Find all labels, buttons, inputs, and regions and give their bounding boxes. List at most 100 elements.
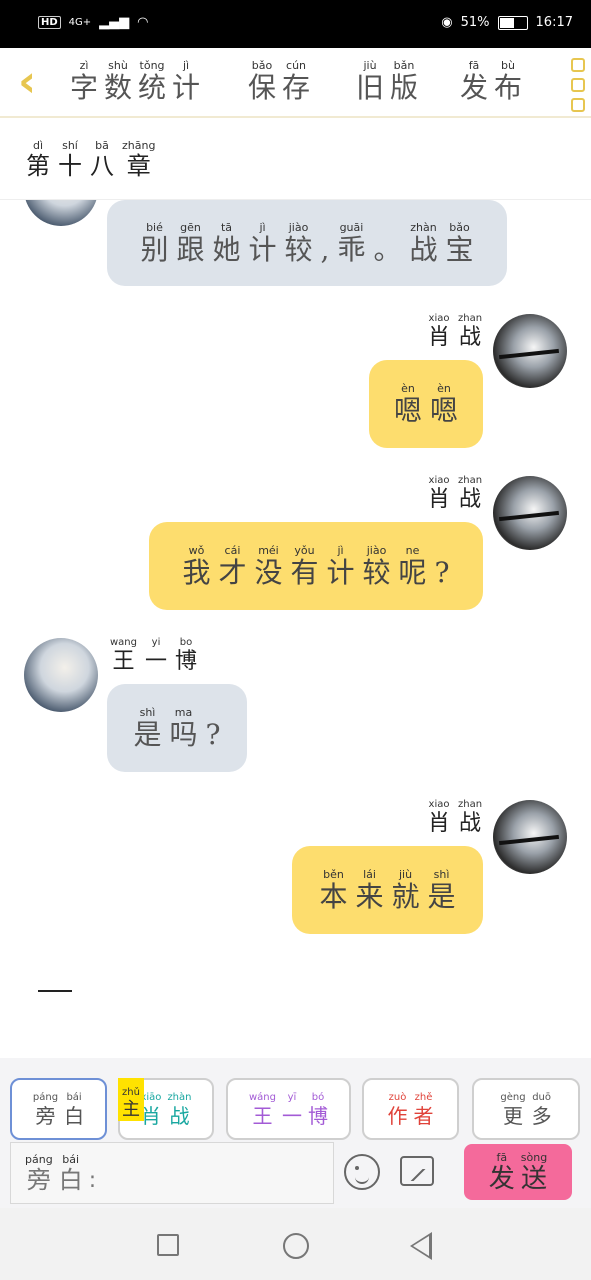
pinyin: gēn (180, 221, 201, 234)
hanzi: 统 (138, 71, 167, 104)
message-bubble[interactable]: wǒ 我 cái 才 méi 没 yǒu 有 jì 计 jiào 较 ne 呢 ? (149, 522, 483, 610)
pinyin: zhan (458, 475, 483, 486)
ruby-char: cái 才 (218, 545, 246, 587)
role-tab-narration[interactable]: páng 旁 bái 白 (10, 1078, 107, 1140)
more-icon[interactable] (571, 58, 585, 112)
message-bubble[interactable]: běn 本 lái 来 jiù 就 shì 是 (292, 846, 483, 934)
ruby-char: guāi 乖 (337, 222, 365, 264)
ruby-char: xiao 肖 (428, 800, 450, 835)
avatar[interactable] (493, 476, 567, 550)
back-icon[interactable] (410, 1232, 432, 1260)
chapter-title: dì 第 shí 十 bā 八 zhāng 章 (0, 118, 591, 200)
pinyin (323, 222, 327, 233)
hanzi: 保 (248, 71, 277, 104)
role-tab-xiao-zhan[interactable]: zhǔ 主 xiāo 肖 zhàn 战 (118, 1078, 214, 1140)
hanzi: 战 (459, 487, 482, 512)
pinyin: zì (79, 59, 89, 72)
hanzi: 旁 (26, 1166, 51, 1194)
pinyin: páng (32, 1091, 59, 1103)
ruby-char: èn 嗯 (394, 383, 422, 425)
recent-apps-icon[interactable] (157, 1234, 179, 1256)
ruby-char: wáng 王 (249, 1092, 276, 1128)
send-button[interactable]: fā 发 sòng 送 (464, 1144, 572, 1200)
hanzi: 来 (355, 880, 384, 913)
wifi-icon: ◠ (137, 15, 149, 30)
pinyin: méi (258, 544, 279, 557)
publish-button[interactable]: fā 发 bù 布 (460, 60, 522, 102)
ruby-char: wang 王 (110, 638, 137, 673)
hanzi: 王 (252, 1103, 273, 1128)
screen: HD 4G+ ▂▄▆ ◠ ◉ 51% 16:17 ‹ zì 字 shù 数 tǒng 统 j… (0, 0, 591, 1280)
ruby-char: zhan 战 (458, 476, 482, 511)
role-tab-wang-yibo[interactable]: wáng 王 yī 一 bó 博 (226, 1078, 351, 1140)
ruby-char: jiào 较 (363, 545, 391, 587)
ruby-char: zhan 战 (458, 800, 482, 835)
home-icon[interactable] (283, 1233, 309, 1259)
message-input[interactable]: páng 旁 bái 白 : (10, 1142, 334, 1204)
pinyin: bǎo (251, 59, 273, 72)
ruby-char: zhǔ 主 (122, 1088, 140, 1119)
pinyin: dì (32, 139, 44, 152)
pinyin: jì (259, 221, 266, 234)
hanzi: 我 (182, 556, 211, 589)
ruby-char: jì 计 (249, 222, 277, 264)
pinyin: cái (224, 544, 241, 557)
hanzi: 有 (290, 556, 319, 589)
signal-icon: ▂▄▆ (99, 15, 130, 30)
hanzi: 宝 (445, 233, 474, 266)
image-icon[interactable] (400, 1156, 434, 1186)
ruby-char: zhàn 战 (409, 222, 437, 264)
divider (38, 990, 72, 992)
pinyin: xiao (428, 313, 450, 324)
avatar[interactable] (24, 200, 98, 226)
pinyin: xiao (428, 799, 450, 810)
ruby-char: zhě 者 (414, 1091, 434, 1126)
avatar[interactable] (493, 800, 567, 874)
message-bubble[interactable]: shì 是 ma 吗 ? (107, 684, 247, 772)
emoji-icon[interactable] (344, 1154, 380, 1190)
save-button[interactable]: bǎo 保 cún 存 (248, 60, 310, 102)
hanzi: 第 (26, 152, 50, 180)
hanzi: 发 (488, 1164, 515, 1194)
pinyin: jiào (366, 544, 387, 557)
system-nav-bar (0, 1208, 591, 1280)
pinyin (440, 545, 444, 556)
ruby-char: bǎo 宝 (446, 222, 474, 264)
avatar[interactable] (493, 314, 567, 388)
word-count-button[interactable]: zì 字 shù 数 tǒng 统 jì 计 (70, 60, 200, 102)
pinyin: ma (174, 706, 193, 719)
ruby-char: ma 吗 (169, 707, 197, 749)
role-tab-author[interactable]: zuò 作 zhě 者 (362, 1078, 459, 1140)
pinyin: jiào (288, 221, 309, 234)
pinyin: bù (501, 59, 515, 72)
role-tab-more[interactable]: gèng 更 duō 多 (472, 1078, 580, 1140)
hanzi: ? (205, 718, 221, 751)
ruby-char: sòng 送 (521, 1152, 547, 1192)
pinyin: tā (220, 221, 233, 234)
message-bubble[interactable]: bié 别 gēn 跟 tā 她 jì 计 jiào 较 , guāi 乖 。 zhàn 战 bǎo 宝 (107, 200, 507, 286)
sender-name: xiao 肖 zhan 战 (428, 800, 482, 835)
pinyin: wǒ (188, 544, 205, 557)
hanzi: 博 (175, 649, 198, 674)
pinyin: páng (25, 1153, 53, 1166)
avatar[interactable] (24, 638, 98, 712)
ruby-char: zuò 作 (388, 1092, 408, 1126)
pinyin: jì (337, 544, 344, 557)
pinyin: lái (363, 868, 376, 881)
hanzi: 吗 (169, 718, 198, 751)
chevron-left-icon[interactable]: ‹ (18, 60, 36, 104)
message-bubble[interactable]: èn 嗯 èn 嗯 (369, 360, 483, 448)
pinyin: fā (468, 59, 480, 72)
chat-area: bié 别 gēn 跟 tā 她 jì 计 jiào 较 , guāi 乖 。 zhàn 战 bǎo 宝 xi… (0, 200, 591, 1060)
ruby-char: cún 存 (282, 60, 310, 102)
ruby-char: jiù 就 (392, 869, 420, 911)
ruby-char: bái 白 (59, 1154, 83, 1192)
old-version-button[interactable]: jiù 旧 bǎn 版 (356, 60, 418, 102)
ruby-char: duō 多 (532, 1092, 552, 1126)
pinyin: zhan (458, 799, 483, 810)
ruby-char: jì 计 (327, 545, 355, 587)
pinyin: zhan (458, 313, 483, 324)
ruby-char: tǒng 统 (138, 60, 166, 102)
ruby-char: bù 布 (494, 60, 522, 102)
pinyin: zhě (414, 1091, 433, 1103)
